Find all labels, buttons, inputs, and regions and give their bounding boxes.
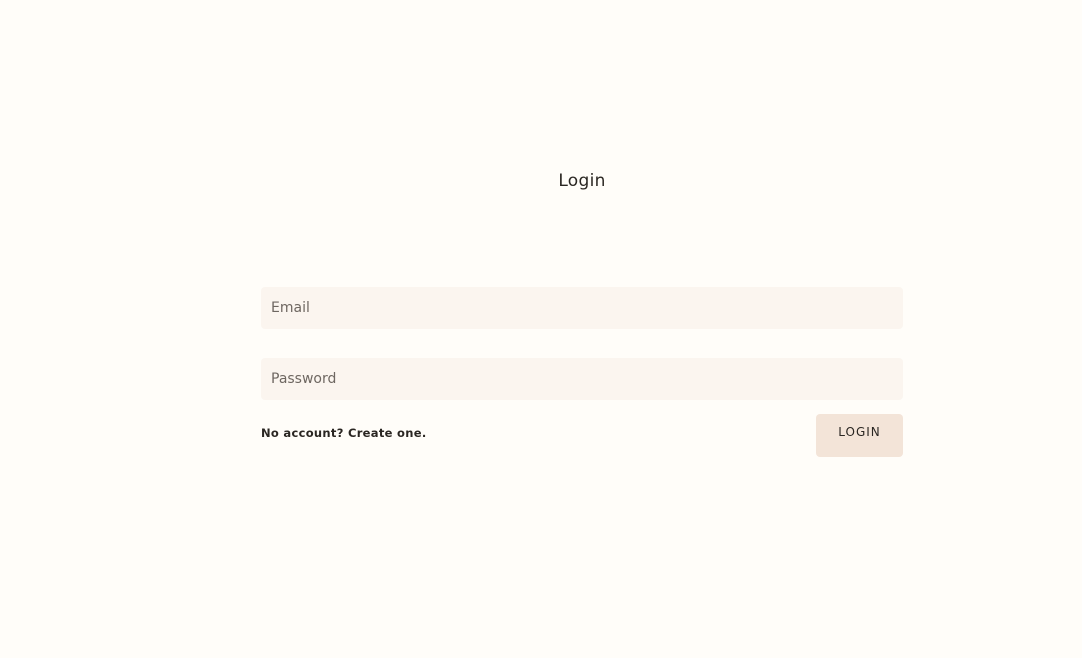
login-form: No account? Create one. LOGIN [261,287,903,457]
create-account-link[interactable]: No account? Create one. [261,426,427,440]
page-title: Login [558,171,606,191]
password-field[interactable] [261,358,903,400]
form-footer: No account? Create one. LOGIN [261,414,903,457]
email-field[interactable] [261,287,903,329]
login-button[interactable]: LOGIN [816,414,903,457]
